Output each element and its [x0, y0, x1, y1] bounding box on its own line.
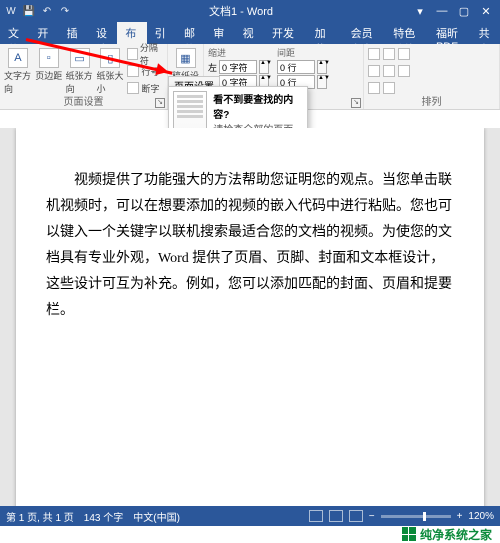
spacing-before[interactable]: ▲▼ — [277, 60, 327, 74]
status-language[interactable]: 中文(中国) — [133, 509, 180, 524]
wrap-icon — [368, 65, 380, 77]
btn-label: 纸张大小 — [96, 69, 124, 95]
tab-design[interactable]: 设计 — [88, 22, 117, 44]
watermark-text: 纯净系统之家 — [420, 526, 492, 543]
manuscript-icon: ▦ — [176, 48, 196, 68]
group-arrange: 排列 — [364, 44, 500, 109]
watermark: 纯净系统之家 — [0, 526, 500, 542]
zoom-out-button[interactable]: − — [369, 511, 375, 522]
tab-view[interactable]: 视图 — [235, 22, 264, 44]
group-label: 排列 — [364, 93, 499, 108]
btn-label: 页边距 — [35, 69, 62, 82]
zoom-level[interactable]: 120% — [468, 511, 494, 522]
minimize-button[interactable]: — — [432, 5, 452, 18]
btn-label: 文字方向 — [4, 69, 32, 95]
word-icon: W — [4, 4, 18, 18]
stepper-icon[interactable]: ▲▼ — [317, 60, 327, 74]
group-icon — [398, 48, 410, 60]
spacing-before-input[interactable] — [277, 60, 315, 74]
indent-left[interactable]: 左 ▲▼ — [208, 60, 269, 74]
lbl: 左 — [208, 61, 217, 74]
document-page[interactable]: 视频提供了功能强大的方法帮助您证明您的观点。当您单击联机视频时，可以在想要添加的… — [16, 128, 484, 506]
send-backward-button[interactable] — [383, 46, 395, 62]
spacing-header: 间距 — [277, 46, 327, 59]
tab-review[interactable]: 审阅 — [205, 22, 234, 44]
status-words[interactable]: 143 个字 — [84, 509, 123, 524]
margins-button[interactable]: ▫页边距 — [35, 46, 63, 82]
redo-icon[interactable]: ↷ — [58, 4, 72, 18]
body-paragraph[interactable]: 视频提供了功能强大的方法帮助您证明您的观点。当您单击联机视频时，可以在想要添加的… — [46, 168, 454, 324]
view-print-icon[interactable] — [329, 510, 343, 522]
position-icon — [368, 48, 380, 60]
tab-addins[interactable]: 加载项 — [307, 22, 343, 44]
zoom-slider[interactable] — [381, 515, 451, 518]
group-objects-button[interactable] — [398, 46, 410, 62]
group-label: 页面设置 — [0, 93, 167, 108]
page-setup-launcher[interactable]: ↘ — [155, 98, 165, 108]
tooltip-line1: 看不到要查找的内容? — [213, 91, 303, 121]
title-bar: W 💾 ↶ ↷ 文档1 - Word ▾ — ▢ ✕ — [0, 0, 500, 22]
size-button[interactable]: ▯纸张大小 — [96, 46, 124, 95]
tab-member[interactable]: 会员专享 — [343, 22, 386, 44]
text-direction-button[interactable]: A文字方向 — [4, 46, 32, 95]
window-title: 文档1 - Word — [72, 3, 410, 19]
margins-icon: ▫ — [39, 48, 59, 68]
watermark-logo-icon — [402, 527, 416, 541]
position-button[interactable] — [368, 46, 380, 62]
ribbon-options-icon[interactable]: ▾ — [410, 5, 430, 18]
rotate-button[interactable] — [398, 63, 410, 79]
indent-left-input[interactable] — [219, 60, 257, 74]
maximize-button[interactable]: ▢ — [454, 5, 474, 18]
stepper-icon[interactable]: ▲▼ — [259, 60, 269, 74]
indent-header: 缩进 — [208, 46, 269, 59]
selection-pane-button[interactable] — [383, 63, 395, 79]
view-web-icon[interactable] — [349, 510, 363, 522]
stepper-icon[interactable]: ▲▼ — [317, 75, 327, 89]
quick-access-toolbar: W 💾 ↶ ↷ — [4, 4, 72, 18]
tab-developer[interactable]: 开发工具 — [264, 22, 307, 44]
close-button[interactable]: ✕ — [476, 5, 496, 18]
view-read-icon[interactable] — [309, 510, 323, 522]
document-area[interactable]: 视频提供了功能强大的方法帮助您证明您的观点。当您单击联机视频时，可以在想要添加的… — [0, 128, 500, 506]
paragraph-launcher[interactable]: ↘ — [351, 98, 361, 108]
wrap-button[interactable] — [368, 63, 380, 79]
tab-insert[interactable]: 插入 — [59, 22, 88, 44]
zoom-in-button[interactable]: + — [457, 511, 463, 522]
backward-icon — [383, 48, 395, 60]
window-controls: ▾ — ▢ ✕ — [410, 5, 496, 18]
ribbon-tabs: 文件 开始 插入 设计 布局 引用 邮件 审阅 视图 开发工具 加载项 会员专享… — [0, 22, 500, 44]
rotate-icon — [398, 65, 410, 77]
tab-foxit[interactable]: 福昕PDF — [428, 22, 471, 44]
status-page[interactable]: 第 1 页, 共 1 页 — [6, 509, 74, 524]
tab-mailings[interactable]: 邮件 — [176, 22, 205, 44]
btn-label: 纸张方向 — [66, 69, 94, 95]
text-direction-icon: A — [8, 48, 28, 68]
pane-icon — [383, 65, 395, 77]
breaks-button[interactable]: 分隔符 — [127, 46, 163, 62]
breaks-icon — [127, 48, 138, 60]
save-icon[interactable]: 💾 — [22, 4, 36, 18]
undo-icon[interactable]: ↶ — [40, 4, 54, 18]
status-bar: 第 1 页, 共 1 页 143 个字 中文(中国) − + 120% — [0, 506, 500, 526]
tab-features[interactable]: 特色功能 — [385, 22, 428, 44]
share-button[interactable]: 共享 — [471, 22, 500, 44]
